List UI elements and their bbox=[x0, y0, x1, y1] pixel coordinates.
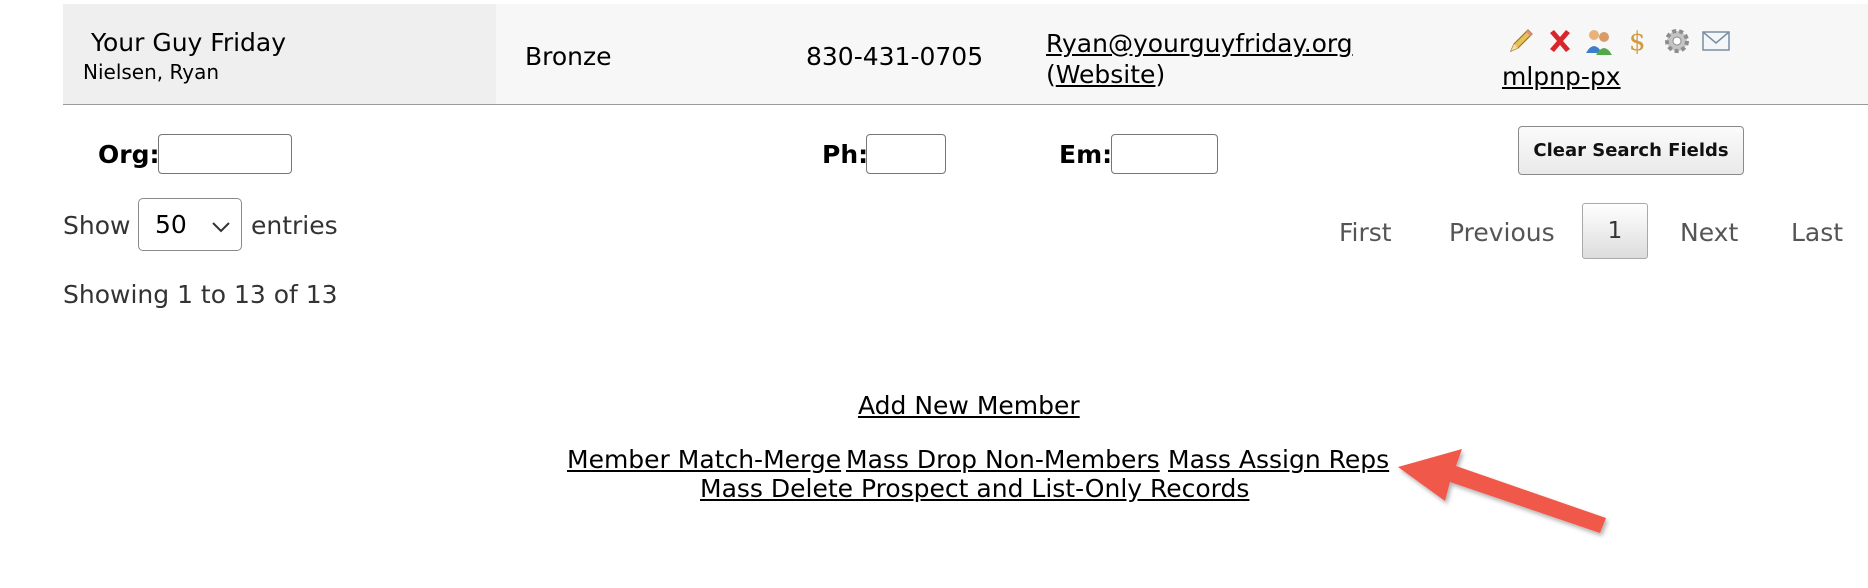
contact-name: Nielsen, Ryan bbox=[83, 60, 220, 84]
phone-search-label: Ph: bbox=[822, 140, 869, 169]
pagination-last[interactable]: Last bbox=[1791, 218, 1843, 247]
organization-name: Your Guy Friday bbox=[91, 28, 287, 57]
website-close-paren: ) bbox=[1155, 60, 1166, 89]
mass-assign-reps-link[interactable]: Mass Assign Reps bbox=[1168, 445, 1389, 474]
page-size-select[interactable]: 50 bbox=[138, 198, 242, 251]
member-phone: 830-431-0705 bbox=[806, 42, 984, 71]
org-search-label: Org: bbox=[98, 140, 160, 169]
org-search-input[interactable] bbox=[158, 134, 292, 174]
page-size-value: 50 bbox=[155, 210, 187, 239]
table-info: Showing 1 to 13 of 13 bbox=[63, 280, 338, 309]
pagination-current-page[interactable]: 1 bbox=[1582, 203, 1648, 259]
mlp-link[interactable]: mlpnp-px bbox=[1502, 62, 1621, 91]
pagination-first[interactable]: First bbox=[1339, 218, 1392, 247]
show-label: Show bbox=[63, 211, 131, 240]
chevron-down-icon bbox=[211, 210, 241, 239]
membership-level: Bronze bbox=[525, 42, 612, 71]
mass-drop-non-members-link[interactable]: Mass Drop Non-Members bbox=[846, 445, 1160, 474]
website-link[interactable]: Website bbox=[1056, 60, 1156, 89]
clear-search-button[interactable]: Clear Search Fields bbox=[1518, 126, 1744, 175]
entries-label: entries bbox=[251, 211, 338, 240]
website-open-paren: ( bbox=[1046, 60, 1056, 89]
mlp-cell: mlpnp-px bbox=[1502, 30, 1842, 92]
annotation-arrow bbox=[1398, 449, 1606, 533]
email-link[interactable]: Ryan@yourguyfriday.org bbox=[1046, 29, 1353, 58]
arrow-shape bbox=[1398, 449, 1606, 533]
phone-search-input[interactable] bbox=[866, 134, 946, 174]
email-cell: Ryan@yourguyfriday.org (Website) bbox=[1046, 28, 1353, 90]
add-new-member-link[interactable]: Add New Member bbox=[858, 391, 1080, 420]
email-search-label: Em: bbox=[1059, 140, 1113, 169]
email-search-input[interactable] bbox=[1111, 134, 1218, 174]
pagination-previous[interactable]: Previous bbox=[1449, 218, 1555, 247]
member-table-row: Your Guy Friday Nielsen, Ryan Bronze 830… bbox=[63, 4, 1868, 105]
pagination-next[interactable]: Next bbox=[1680, 218, 1738, 247]
mass-delete-prospect-link[interactable]: Mass Delete Prospect and List-Only Recor… bbox=[700, 474, 1249, 503]
member-match-merge-link[interactable]: Member Match-Merge bbox=[567, 445, 841, 474]
